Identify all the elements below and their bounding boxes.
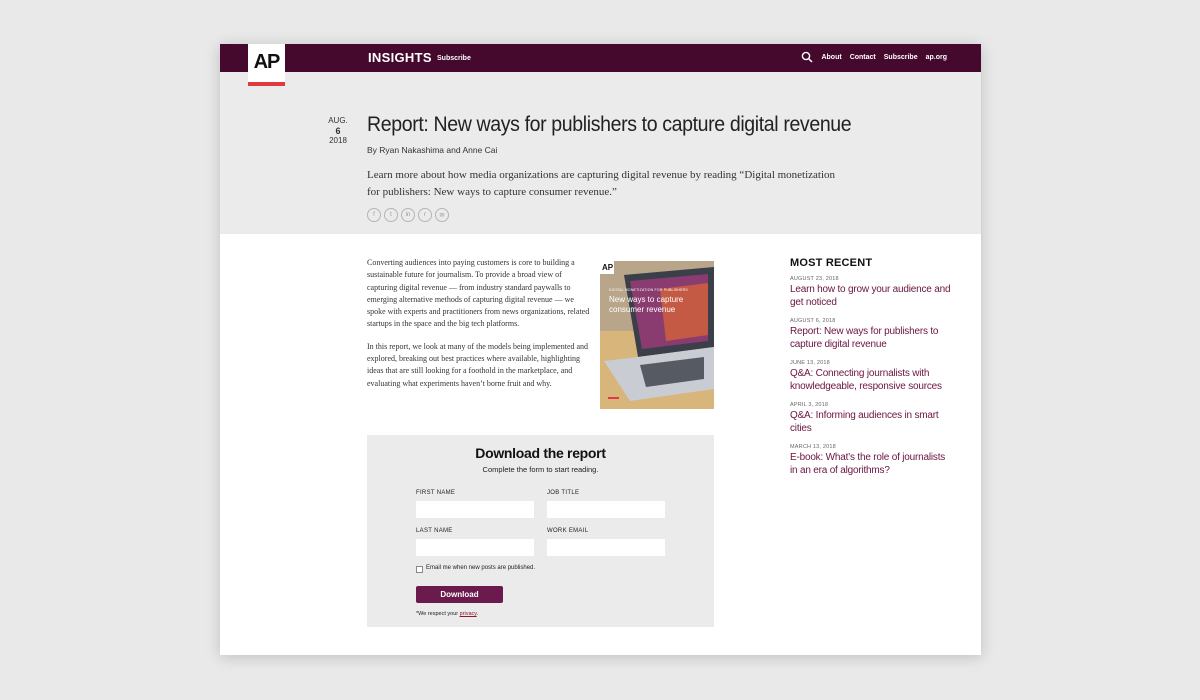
email-updates-checkbox[interactable] — [416, 566, 423, 573]
list-item-link[interactable]: Q&A: Connecting journalists with knowled… — [790, 368, 955, 393]
first-name-label: FIRST NAME — [416, 490, 456, 496]
cover-title-line-2: consumer revenue — [609, 305, 676, 314]
list-item: AUGUST 6, 2018 Report: New ways for publ… — [790, 318, 955, 351]
article-paragraph-2: In this report, we look at many of the m… — [367, 341, 589, 388]
ap-logo-text: AP — [253, 51, 281, 73]
share-icons: f t in r ✉ — [367, 208, 449, 222]
work-email-field[interactable] — [547, 539, 665, 556]
article-paragraph-1: Converting audiences into paying custome… — [367, 258, 590, 329]
nav-subscribe-link[interactable]: Subscribe — [437, 55, 471, 62]
byline: By Ryan Nakashima and Anne Cai — [367, 145, 498, 155]
most-recent-list: AUGUST 23, 2018 Learn how to grow your a… — [790, 276, 955, 486]
ap-logo[interactable]: AP — [248, 44, 285, 82]
privacy-link[interactable]: privacy — [460, 611, 477, 617]
list-item-date: AUGUST 6, 2018 — [790, 318, 836, 324]
date-month: AUG. — [328, 116, 348, 125]
nav-subscribe-right-link[interactable]: Subscribe — [884, 54, 918, 61]
form-subheading: Complete the form to start reading. — [482, 465, 599, 474]
list-item-date: MARCH 13, 2018 — [790, 444, 836, 450]
nav-about-link[interactable]: About — [821, 54, 841, 61]
nav-utility-links: About Contact Subscribe ap.org — [801, 51, 947, 63]
list-item-link[interactable]: Q&A: Informing audiences in smart cities — [790, 410, 955, 435]
list-item: MARCH 13, 2018 E-book: What’s the role o… — [790, 444, 955, 477]
top-nav: INSIGHTS Subscribe About Contact Subscri… — [220, 44, 981, 72]
cover-kicker: DIGITAL MONETIZATION FOR PUBLISHERS — [609, 288, 688, 292]
date-year: 2018 — [329, 136, 347, 145]
cover-title-line-1: New ways to capture — [609, 295, 684, 304]
job-title-label: JOB TITLE — [547, 490, 580, 496]
most-recent-heading: MOST RECENT — [790, 257, 873, 269]
list-item-link[interactable]: E-book: What’s the role of journalists i… — [790, 452, 955, 477]
article-body: Converting audiences into paying custome… — [367, 257, 593, 400]
list-item-link[interactable]: Learn how to grow your audience and get … — [790, 284, 955, 309]
cover-title: New ways to capture consumer revenue — [609, 295, 683, 315]
report-cover-image[interactable]: AP DIGITAL MONETIZATION FOR PUBLISHERS N… — [600, 261, 714, 409]
email-updates-label: Email me when new posts are published. — [426, 565, 536, 571]
article-header — [220, 72, 981, 234]
list-item-date: JUNE 13, 2018 — [790, 360, 830, 366]
page: INSIGHTS Subscribe About Contact Subscri… — [220, 44, 981, 655]
privacy-note: *We respect your privacy. — [416, 611, 478, 617]
last-name-field[interactable] — [416, 539, 534, 556]
nav-contact-link[interactable]: Contact — [850, 54, 876, 61]
reddit-icon[interactable]: r — [418, 208, 432, 222]
date-day: 6 — [335, 126, 341, 136]
insights-brand-link[interactable]: INSIGHTS — [368, 50, 432, 65]
privacy-prefix: *We respect your — [416, 611, 460, 617]
list-item: APRIL 3, 2018 Q&A: Informing audiences i… — [790, 402, 955, 435]
list-item-date: APRIL 3, 2018 — [790, 402, 829, 408]
nav-ap-org-link[interactable]: ap.org — [926, 54, 947, 61]
list-item-date: AUGUST 23, 2018 — [790, 276, 839, 282]
work-email-label: WORK EMAIL — [547, 528, 589, 534]
facebook-icon[interactable]: f — [367, 208, 381, 222]
article-dek: Learn more about how media organizations… — [367, 169, 836, 198]
search-icon[interactable] — [801, 51, 813, 63]
download-button[interactable]: Download — [416, 586, 503, 603]
form-heading: Download the report — [475, 445, 606, 461]
first-name-field[interactable] — [416, 501, 534, 518]
logo-accent-bar — [248, 82, 285, 86]
cover-illustration — [600, 261, 714, 409]
publish-date: AUG. 6 2018 — [326, 116, 350, 146]
list-item-link[interactable]: Report: New ways for publishers to captu… — [790, 326, 955, 351]
list-item: AUGUST 23, 2018 Learn how to grow your a… — [790, 276, 955, 309]
job-title-field[interactable] — [547, 501, 665, 518]
privacy-suffix: . — [476, 611, 479, 617]
linkedin-icon[interactable]: in — [401, 208, 415, 222]
last-name-label: LAST NAME — [416, 528, 453, 534]
list-item: JUNE 13, 2018 Q&A: Connecting journalist… — [790, 360, 955, 393]
cover-logo: AP — [602, 263, 614, 272]
email-icon[interactable]: ✉ — [435, 208, 449, 222]
download-form: Download the report Complete the form to… — [367, 435, 714, 627]
twitter-icon[interactable]: t — [384, 208, 398, 222]
page-title: Report: New ways for publishers to captu… — [367, 113, 852, 136]
